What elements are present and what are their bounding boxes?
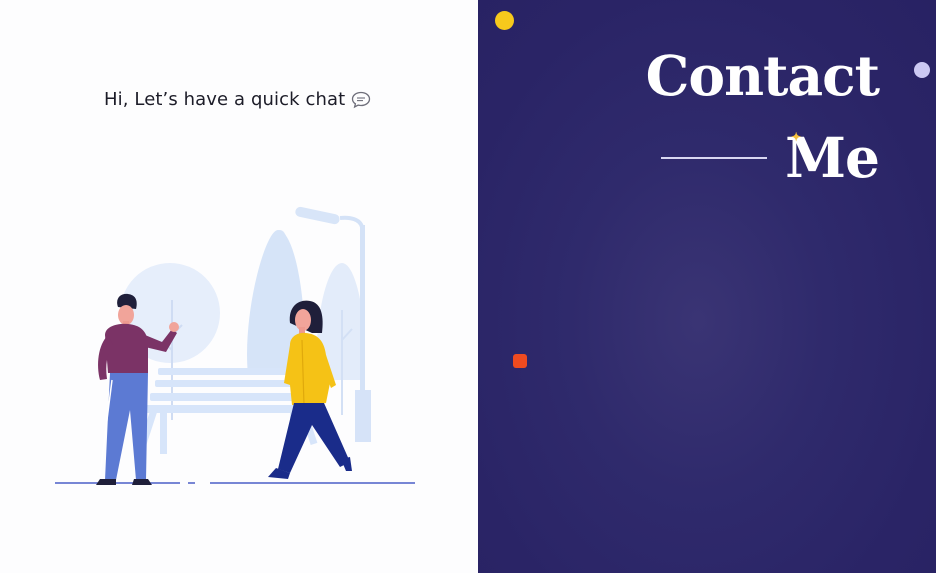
left-panel: Hi, Let’s have a quick chat: [0, 0, 478, 573]
page-title-line2: ✦ Me: [785, 130, 880, 185]
speech-bubble-icon: [352, 91, 371, 108]
red-square-decoration: [513, 354, 527, 368]
right-panel: Contact ✦ Me: [478, 0, 936, 573]
page-title-line2-row: ✦ Me: [661, 130, 880, 185]
page-title-line1: Contact: [645, 43, 880, 108]
greeting-text: Hi, Let’s have a quick chat: [104, 89, 346, 110]
park-chat-illustration: [55, 206, 415, 485]
lavender-dot-decoration: [914, 62, 930, 78]
title-divider: [661, 156, 768, 159]
greeting: Hi, Let’s have a quick chat: [104, 89, 371, 110]
sparkle-icon: ✦: [791, 130, 801, 144]
yellow-dot-decoration: [495, 11, 514, 30]
